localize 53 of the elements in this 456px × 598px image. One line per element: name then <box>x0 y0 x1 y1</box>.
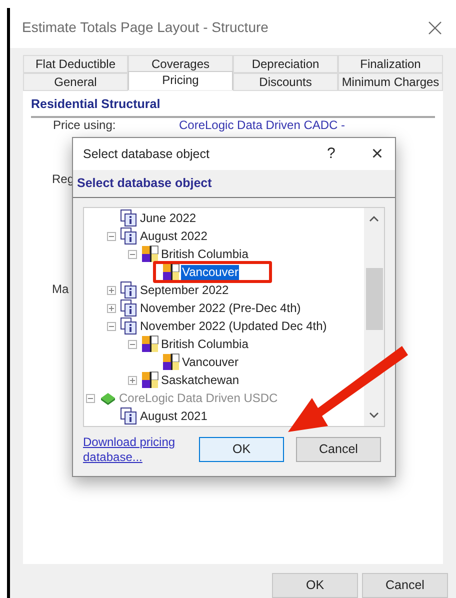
tab[interactable]: Flat Deductible <box>23 54 128 73</box>
document-stack-icon <box>120 281 138 299</box>
close-icon[interactable] <box>428 20 442 35</box>
grid-icon <box>141 245 159 263</box>
field-label: Ma <box>52 280 69 298</box>
dialog-button[interactable]: Cancel <box>362 573 448 598</box>
field-label: Price using: <box>53 116 116 134</box>
download-link[interactable]: Download pricing database... <box>83 435 195 465</box>
collapse-icon[interactable] <box>107 322 116 330</box>
tree-item[interactable]: Vancouver <box>181 264 240 280</box>
tab[interactable]: Minimum Charges <box>338 72 443 91</box>
window-title: Estimate Totals Page Layout - Structure <box>22 18 268 38</box>
tree-item[interactable]: November 2022 (Updated Dec 4th) <box>139 318 328 334</box>
collapse-icon[interactable] <box>128 340 137 348</box>
dialog-button[interactable]: OK <box>272 573 358 598</box>
grid-icon <box>141 371 159 389</box>
dialog-heading: Select database object <box>77 175 212 192</box>
tab[interactable]: Pricing <box>128 70 233 90</box>
collapse-icon[interactable] <box>107 232 116 240</box>
grid-icon <box>162 353 180 371</box>
scroll-up-icon[interactable] <box>369 216 379 222</box>
tree-item[interactable]: British Columbia <box>160 246 250 262</box>
expand-icon[interactable] <box>128 376 137 384</box>
tree-item[interactable]: June 2022 <box>139 210 198 226</box>
help-button[interactable]: ? <box>326 142 336 166</box>
tree-item[interactable]: Vancouver <box>181 354 240 370</box>
scroll-down-icon[interactable] <box>369 412 379 418</box>
tab[interactable]: General <box>23 72 128 91</box>
dialog-button[interactable]: OK <box>199 437 284 462</box>
collapse-icon[interactable] <box>128 250 137 258</box>
tree-item[interactable]: Saskatchewan <box>160 372 240 388</box>
tab[interactable]: Coverages <box>128 54 233 73</box>
tree-item[interactable]: August 2022 <box>139 228 208 244</box>
document-stack-icon <box>120 317 138 335</box>
tab[interactable]: Depreciation <box>233 54 338 73</box>
tree-item[interactable]: November 2022 (Pre-Dec 4th) <box>139 300 302 316</box>
grid-icon <box>141 335 159 353</box>
tab[interactable]: Discounts <box>233 72 338 91</box>
tab[interactable]: Finalization <box>338 54 443 73</box>
expand-icon[interactable] <box>107 286 116 294</box>
document-stack-icon <box>120 299 138 317</box>
document-stack-icon <box>120 227 138 245</box>
grid-icon <box>162 263 180 281</box>
expand-icon[interactable] <box>107 304 116 312</box>
dialog-title: Select database object <box>83 146 210 163</box>
tree-item[interactable]: September 2022 <box>139 282 230 298</box>
close-button[interactable]: × <box>371 144 383 164</box>
dialog-button[interactable]: Cancel <box>296 437 381 462</box>
tree-item[interactable]: British Columbia <box>160 336 250 352</box>
section-heading: Residential Structural <box>31 94 435 118</box>
scroll-thumb[interactable] <box>366 268 382 330</box>
scrollbar[interactable] <box>364 208 384 426</box>
price-database-link[interactable]: CoreLogic Data Driven CADC - <box>179 116 346 134</box>
